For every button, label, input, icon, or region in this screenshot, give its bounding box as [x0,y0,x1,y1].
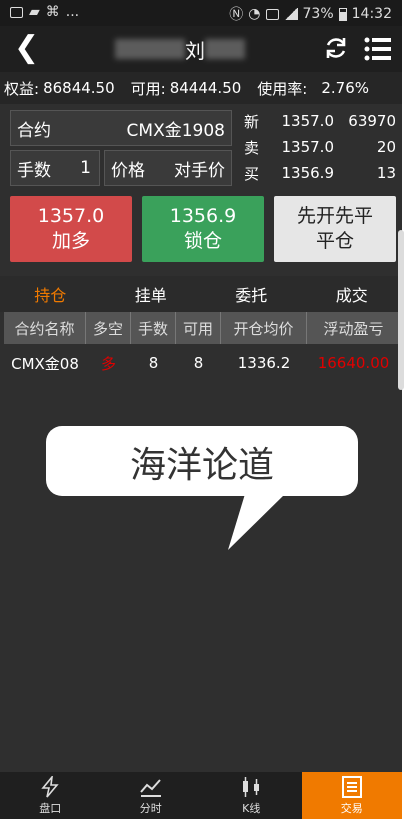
contract-selector[interactable]: 合约 CMX金1908 [10,110,232,146]
watermark-text: 海洋论道 [130,445,274,486]
nav-trade[interactable]: 交易 [301,772,402,819]
col-hands: 手数 [131,312,176,344]
account-title: 刘 [95,36,265,63]
image-notification-icon [10,6,23,18]
battery-icon [338,7,347,21]
lock-price: 1356.9 [169,205,237,227]
buy-label: 加多 [51,230,90,252]
refresh-icon[interactable] [322,34,350,62]
menu-icon[interactable] [364,36,392,62]
quote-row-ask: 卖 1357.0 20 [238,134,402,160]
lock-position-button[interactable]: 1356.9 锁仓 [142,196,264,262]
buy-long-button[interactable]: 1357.0 加多 [10,196,132,262]
title-bar: ❮ 刘 [0,26,402,72]
col-available: 可用 [176,312,221,344]
row-available: 8 [193,354,204,372]
row-hands: 8 [148,354,159,372]
hands-field[interactable]: 手数 1 [10,150,100,186]
phone-screen: ▰ ⌘ ... Ⓝ ◔ 73% 14:32 ❮ 刘 权益: 86844.50 可… [0,0,402,819]
account-name: 刘 [185,38,205,63]
position-tabs: 持仓 挂单 委托 成交 [0,276,402,312]
buy-price: 1357.0 [37,205,105,227]
more-notifications: ... [65,4,80,20]
price-field[interactable]: 价格 对手价 [104,150,232,186]
nav-orderbook[interactable]: 盘口 [0,772,101,819]
scrollbar[interactable] [398,230,404,390]
row-contract-name: CMX金08 [11,354,79,373]
col-avg-price: 开仓均价 [221,312,307,344]
quote-price: 1357.0 [281,112,335,130]
wifi-icon: ◔ [248,6,261,22]
contract-value: CMX金1908 [126,120,225,141]
lightning-icon [41,775,59,798]
quote-panel: 新 1357.0 63970 卖 1357.0 20 买 1356.9 13 [238,108,402,186]
back-icon[interactable]: ❮ [14,33,39,63]
status-bar: ▰ ⌘ ... Ⓝ ◔ 73% 14:32 [0,0,402,26]
available-value: 84444.50 [169,79,242,97]
lock-label: 锁仓 [183,230,222,252]
hands-value: 1 [80,158,91,178]
clock: 14:32 [351,6,392,22]
chat-notification-icon: ⌘ [45,4,60,20]
hands-label: 手数 [17,160,51,181]
nav-label: 盘口 [39,801,62,815]
row-floating-pnl: 16640.00 [317,354,390,372]
quote-label: 新 [244,112,260,131]
available-label: 可用: [130,79,166,98]
nfc-icon: Ⓝ [229,7,244,23]
nav-kline[interactable]: K线 [201,772,302,819]
message-notification-icon: ▰ [29,4,40,20]
equity-value: 86844.50 [43,79,115,97]
quote-price: 1356.9 [281,164,335,182]
tab-orders[interactable]: 委托 [201,276,302,312]
quote-price: 1357.0 [281,138,335,156]
tab-trades[interactable]: 成交 [302,276,403,312]
candlestick-icon [243,776,260,797]
account-summary: 权益: 86844.50 可用: 84444.50 使用率: 2.76% [0,72,402,104]
price-value: 对手价 [174,160,225,181]
line-chart-icon [139,778,161,797]
equity-label: 权益: [4,79,40,98]
nav-timeshare[interactable]: 分时 [101,772,202,819]
quote-row-last: 新 1357.0 63970 [238,108,402,134]
table-row[interactable]: CMX金08 多 8 8 1336.2 16640.00 [4,348,400,378]
document-icon [341,775,362,798]
battery-percent: 73% [302,6,334,22]
blurred-name-part [115,39,185,59]
quote-volume: 63970 [348,112,396,130]
price-label: 价格 [111,160,145,181]
close-label: 平仓 [315,230,354,252]
quote-volume: 20 [376,138,396,156]
sim-icon [265,8,279,20]
nav-label: 交易 [340,801,363,815]
table-header: 合约名称 多空 手数 可用 开仓均价 浮动盈亏 [4,312,400,344]
quote-label: 卖 [244,138,260,157]
row-direction: 多 [100,354,116,373]
usage-label: 使用率: [257,79,308,98]
close-mode: 先开先平 [296,205,373,227]
blurred-name-part [205,39,245,59]
nav-label: 分时 [139,801,162,815]
col-contract-name: 合约名称 [4,312,86,344]
tab-pending[interactable]: 挂单 [101,276,202,312]
watermark-bubble: 海洋论道 [46,426,358,550]
signal-icon [283,8,298,20]
row-avg-price: 1336.2 [237,354,291,372]
bottom-nav: 盘口 分时 K线 交易 [0,772,402,819]
close-position-button[interactable]: 先开先平 平仓 [274,196,396,262]
quote-row-bid: 买 1356.9 13 [238,160,402,186]
quote-label: 买 [244,164,260,183]
tab-positions[interactable]: 持仓 [0,276,101,312]
usage-value: 2.76% [321,79,369,97]
quote-volume: 13 [376,164,396,182]
contract-label: 合约 [17,120,51,141]
col-direction: 多空 [86,312,131,344]
col-floating-pnl: 浮动盈亏 [323,319,384,338]
nav-label: K线 [242,801,261,815]
